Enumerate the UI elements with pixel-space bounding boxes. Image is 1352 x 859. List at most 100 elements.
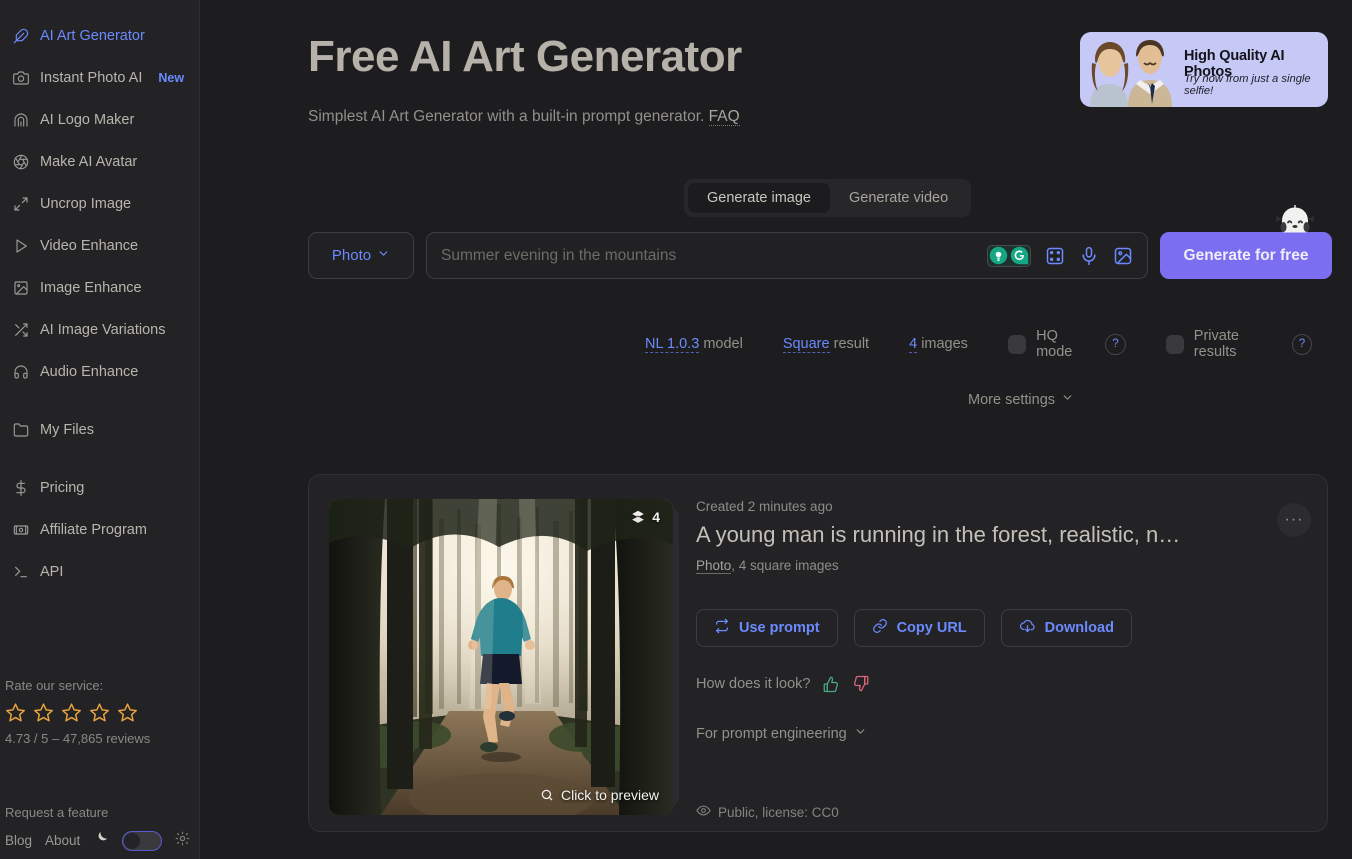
image-upload-icon[interactable]: [1113, 246, 1133, 266]
model-value[interactable]: NL 1.0.3: [645, 336, 700, 353]
refresh-icon: [714, 618, 730, 638]
sidebar-item-ai-image-variations[interactable]: AI Image Variations: [0, 316, 199, 344]
feedback-label: How does it look?: [696, 676, 811, 692]
images-value[interactable]: 4: [909, 336, 918, 353]
result-thumbnail[interactable]: 4 Click to preview: [329, 499, 673, 815]
click-to-preview-label: Click to preview: [560, 787, 659, 803]
prompt-engineering-toggle[interactable]: For prompt engineering: [696, 725, 867, 742]
grammarly-icon[interactable]: [987, 244, 1031, 267]
grammarly-bulb-icon: [989, 246, 1008, 265]
terminal-icon: [12, 564, 29, 581]
generation-settings: NL 1.0.3 model Square result 4 images HQ…: [645, 328, 1352, 360]
thumbs-up-icon[interactable]: [822, 675, 840, 693]
more-settings-button[interactable]: More settings: [968, 391, 1074, 408]
headphones-icon: [12, 364, 29, 381]
sidebar-divider-2: [0, 458, 199, 474]
prompt-type-select[interactable]: Photo: [308, 232, 414, 279]
use-prompt-button[interactable]: Use prompt: [696, 609, 838, 647]
setting-private-results: Private results ?: [1165, 328, 1312, 360]
chevron-down-icon: [1061, 391, 1074, 408]
result-prompt-text: A young man is running in the forest, re…: [696, 522, 1181, 547]
private-results-help-icon[interactable]: ?: [1291, 333, 1312, 355]
sidebar-item-api[interactable]: API: [0, 558, 199, 586]
sidebar-item-my-files[interactable]: My Files: [0, 416, 199, 444]
sidebar-item-label: Audio Enhance: [40, 364, 139, 380]
ghost-mascot-icon: [1274, 205, 1316, 244]
sidebar-item-ai-art-generator[interactable]: AI Art Generator: [0, 22, 199, 50]
sidebar-item-image-enhance[interactable]: Image Enhance: [0, 274, 199, 302]
layers-icon: [630, 509, 646, 525]
promo-people-image: [1084, 36, 1180, 107]
sidebar-item-ai-logo-maker[interactable]: AI Logo Maker: [0, 106, 199, 134]
faq-link[interactable]: FAQ: [708, 108, 740, 126]
request-feature-link[interactable]: Request a feature: [5, 805, 108, 820]
result-menu-button[interactable]: ···: [1277, 503, 1311, 537]
rating-label: Rate our service:: [5, 678, 104, 693]
images-label: images: [921, 336, 968, 352]
sidebar-item-make-ai-avatar[interactable]: Make AI Avatar: [0, 148, 199, 176]
play-triangle-icon: [12, 238, 29, 255]
result-meta-rest: , 4 square images: [731, 558, 839, 573]
dice-icon[interactable]: [1045, 246, 1065, 266]
sidebar-item-instant-photo-ai[interactable]: Instant Photo AI New: [0, 64, 199, 92]
hq-mode-help-icon[interactable]: ?: [1105, 333, 1126, 355]
sidebar-item-label: Uncrop Image: [40, 196, 132, 212]
star-icon: [62, 703, 81, 722]
more-settings-label: More settings: [968, 391, 1056, 408]
promo-subline: Try now from just a single selfie!: [1184, 73, 1311, 97]
shuffle-icon: [12, 322, 29, 339]
result-value[interactable]: Square: [782, 336, 830, 353]
prompt-row: Photo Summer evening in the mountains Ge…: [308, 205, 1332, 279]
sidebar-item-video-enhance[interactable]: Video Enhance: [0, 232, 199, 260]
footer-link-about[interactable]: About: [45, 833, 80, 848]
tab-generate-image[interactable]: Generate image: [688, 183, 830, 213]
microphone-icon[interactable]: [1079, 246, 1099, 266]
feedback-row: How does it look?: [696, 675, 870, 693]
page-title: Free AI Art Generator: [308, 32, 742, 81]
arch-icon: [12, 112, 29, 129]
more-dots-icon: ···: [1284, 511, 1304, 528]
private-results-label: Private results: [1193, 328, 1239, 360]
page-subtitle-text: Simplest AI Art Generator with a built-i…: [308, 108, 705, 125]
sidebar-item-uncrop-image[interactable]: Uncrop Image: [0, 190, 199, 218]
star-icon: [6, 703, 25, 722]
download-button[interactable]: Download: [1000, 609, 1132, 647]
banknote-icon: [12, 522, 29, 539]
prompt-input-box[interactable]: [426, 232, 1148, 279]
license-row: Public, license: CC0: [696, 803, 839, 821]
tab-generate-video[interactable]: Generate video: [830, 183, 967, 213]
image-count-badge: 4: [630, 509, 660, 525]
main-content: Free AI Art Generator Simplest AI Art Ge…: [200, 0, 1352, 859]
sidebar-item-pricing[interactable]: Pricing: [0, 474, 199, 502]
result-meta-type-link[interactable]: Photo: [696, 558, 732, 574]
eye-icon: [696, 803, 711, 821]
sidebar-item-label: Affiliate Program: [40, 522, 147, 538]
sidebar-item-label: AI Image Variations: [40, 322, 166, 338]
setting-hq-mode: HQ mode ?: [1007, 328, 1126, 360]
click-to-preview-overlay[interactable]: Click to preview: [540, 787, 659, 803]
hq-mode-toggle[interactable]: [1007, 334, 1027, 354]
setting-model: NL 1.0.3 model: [645, 336, 743, 353]
result-meta: Photo, 4 square images: [696, 558, 1306, 574]
copy-url-button[interactable]: Copy URL: [853, 609, 985, 647]
star-rating[interactable]: [5, 702, 150, 723]
star-icon: [118, 703, 137, 722]
sidebar-item-label: Video Enhance: [40, 238, 139, 254]
sidebar-item-affiliate-program[interactable]: Affiliate Program: [0, 516, 199, 544]
footer-link-blog[interactable]: Blog: [5, 833, 32, 848]
theme-toggle-knob: [124, 832, 141, 849]
promo-banner[interactable]: High Quality AI Photos Try now from just…: [1080, 32, 1328, 107]
thumbs-down-icon[interactable]: [852, 675, 870, 693]
sidebar-item-label: API: [40, 564, 64, 580]
star-icon: [34, 703, 53, 722]
prompt-input[interactable]: [441, 246, 987, 265]
expand-arrows-icon: [12, 196, 29, 213]
result-label: result: [833, 336, 870, 352]
generate-button[interactable]: Generate for free: [1160, 205, 1332, 279]
sidebar-item-label: Pricing: [40, 480, 85, 496]
private-results-toggle[interactable]: [1165, 334, 1184, 354]
sidebar-item-audio-enhance[interactable]: Audio Enhance: [0, 358, 199, 386]
theme-toggle[interactable]: [122, 830, 163, 851]
moon-icon: [93, 830, 109, 851]
setting-images: 4 images: [909, 336, 968, 353]
